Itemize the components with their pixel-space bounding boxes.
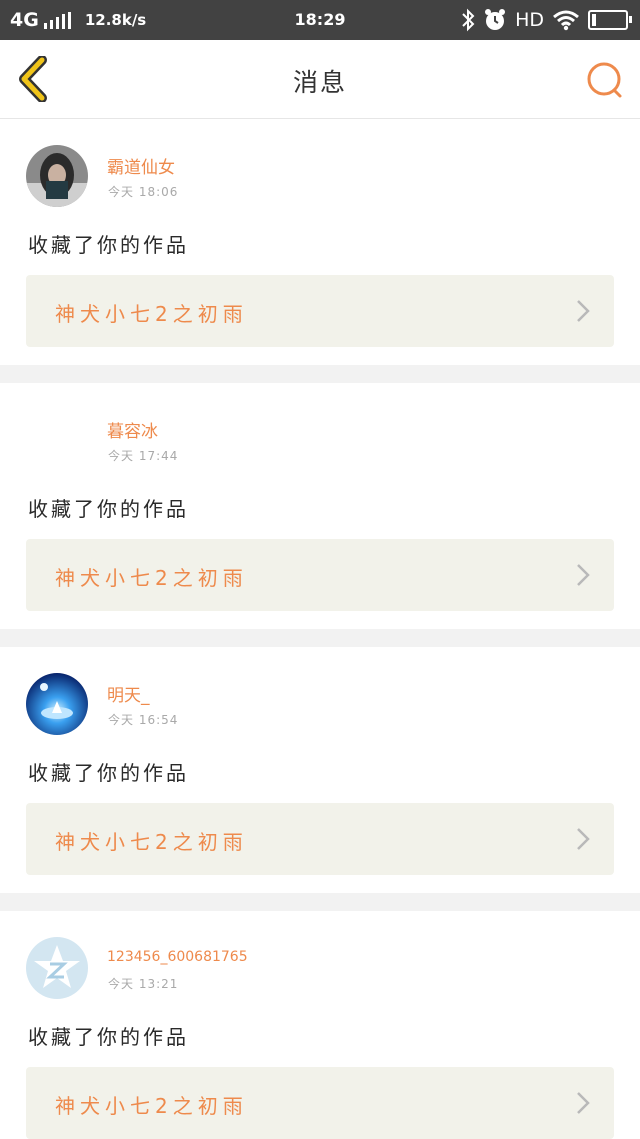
work-title: 神犬小七2之初雨 bbox=[55, 830, 248, 854]
nav-bar: 消息 bbox=[0, 40, 640, 119]
message-time: 今天 18:06 bbox=[108, 185, 179, 199]
message-item: 暮容冰 今天 17:44 收藏了你的作品 神犬小七2之初雨 bbox=[0, 383, 640, 629]
hd-badge: HD bbox=[515, 9, 544, 31]
message-text: 收藏了你的作品 bbox=[28, 233, 189, 257]
chevron-right-icon bbox=[577, 1092, 590, 1114]
message-time: 今天 17:44 bbox=[108, 449, 179, 463]
work-title: 神犬小七2之初雨 bbox=[55, 302, 248, 326]
username[interactable]: 暮容冰 bbox=[107, 417, 158, 442]
avatar[interactable] bbox=[26, 937, 88, 999]
message-time: 今天 13:21 bbox=[108, 977, 179, 991]
message-item: 123456_600681765 今天 13:21 收藏了你的作品 神犬小七2之… bbox=[0, 911, 640, 1139]
divider bbox=[0, 893, 640, 911]
username[interactable]: 霸道仙女 bbox=[107, 153, 175, 178]
alarm-icon bbox=[485, 9, 506, 30]
divider bbox=[0, 365, 640, 383]
page-title: 消息 bbox=[292, 68, 347, 97]
wifi-icon bbox=[553, 10, 579, 31]
message-text: 收藏了你的作品 bbox=[28, 761, 189, 785]
work-title: 神犬小七2之初雨 bbox=[55, 566, 248, 590]
work-title: 神犬小七2之初雨 bbox=[55, 1094, 248, 1118]
message-time: 今天 16:54 bbox=[108, 713, 179, 727]
work-link[interactable]: 神犬小七2之初雨 bbox=[26, 275, 614, 347]
divider bbox=[0, 629, 640, 647]
status-right: HD bbox=[461, 7, 632, 33]
username[interactable]: 123456_600681765 bbox=[107, 949, 248, 965]
message-item: 明天_ 今天 16:54 收藏了你的作品 神犬小七2之初雨 bbox=[0, 647, 640, 893]
avatar[interactable] bbox=[26, 673, 88, 735]
work-link[interactable]: 神犬小七2之初雨 bbox=[26, 1067, 614, 1139]
message-item: 霸道仙女 今天 18:06 收藏了你的作品 神犬小七2之初雨 bbox=[0, 119, 640, 365]
chevron-right-icon bbox=[577, 564, 590, 586]
work-link[interactable]: 神犬小七2之初雨 bbox=[26, 539, 614, 611]
message-text: 收藏了你的作品 bbox=[28, 1025, 189, 1049]
battery-icon bbox=[588, 10, 632, 30]
status-bar: 4G 12.8k/s 18:29 HD bbox=[0, 0, 640, 40]
work-link[interactable]: 神犬小七2之初雨 bbox=[26, 803, 614, 875]
avatar[interactable] bbox=[26, 145, 88, 207]
search-icon[interactable] bbox=[584, 60, 624, 100]
username[interactable]: 明天_ bbox=[107, 681, 150, 706]
bluetooth-icon bbox=[462, 8, 475, 32]
message-text: 收藏了你的作品 bbox=[28, 497, 189, 521]
avatar[interactable] bbox=[26, 409, 88, 471]
chevron-right-icon bbox=[577, 828, 590, 850]
chevron-right-icon bbox=[577, 300, 590, 322]
